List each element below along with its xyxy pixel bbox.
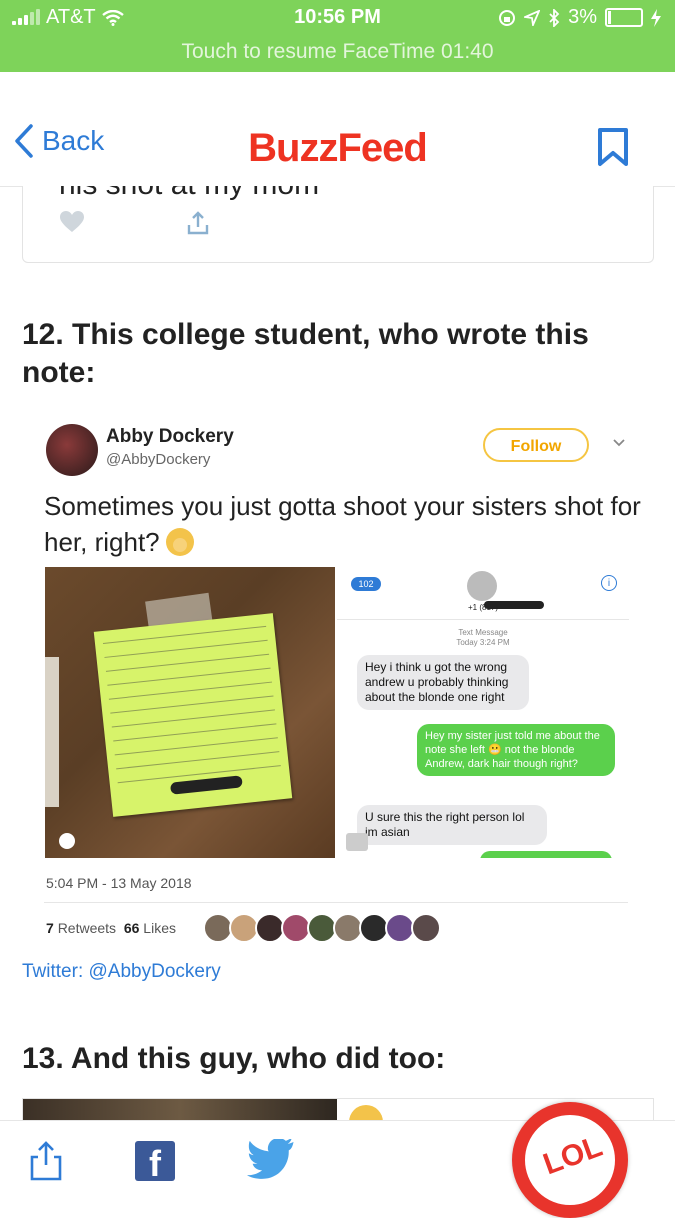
phone-number: +1 (817) <box>337 603 629 612</box>
twitter-icon[interactable] <box>246 1139 296 1181</box>
follow-button[interactable]: Follow <box>483 428 589 462</box>
avatar[interactable] <box>46 424 98 476</box>
battery-icon <box>605 8 643 27</box>
background-paper <box>45 657 59 807</box>
likes-count[interactable]: 66 <box>124 920 140 936</box>
messages-back-badge: 102 <box>351 577 381 591</box>
sticky-note <box>93 613 293 817</box>
contact-avatar-icon <box>467 571 497 601</box>
tweet-text-body: Sometimes you just gotta shoot your sist… <box>44 491 641 557</box>
battery-percent: 3% <box>568 6 597 28</box>
meta-type: Text Message <box>458 628 508 637</box>
retweets-count[interactable]: 7 <box>46 920 54 936</box>
facetime-banner[interactable]: Touch to resume FaceTime 01:40 <box>0 40 675 64</box>
retweets-label[interactable]: Retweets <box>58 920 116 936</box>
woman-shrugging-emoji-icon <box>165 528 194 556</box>
lol-badge: LOL <box>522 1112 618 1208</box>
bookmark-icon[interactable] <box>597 127 629 167</box>
divider <box>44 902 628 903</box>
lock-rotation-icon <box>499 9 516 26</box>
message-meta: Text Message Today 3:24 PM <box>337 628 629 648</box>
tweet-stats: 7 Retweets 66 Likes <box>46 920 176 936</box>
tweet-photo-sticky-note[interactable] <box>45 567 335 858</box>
author-name[interactable]: Abby Dockery <box>106 426 234 448</box>
item-title-13: 13. And this guy, who did too: <box>22 1042 446 1075</box>
likes-label[interactable]: Likes <box>143 920 176 936</box>
previous-tweet-card: his shot at my mom <box>22 186 654 263</box>
phone-redaction <box>484 601 544 609</box>
message-bubble-incoming: U sure this the right person lol im asia… <box>357 805 547 845</box>
info-icon: i <box>601 575 617 591</box>
location-icon <box>524 9 541 26</box>
message-bubble-outgoing-partial <box>480 851 612 858</box>
tweet-text: Sometimes you just gotta shoot your sist… <box>44 488 644 560</box>
bluetooth-icon <box>549 8 560 27</box>
handwriting <box>102 625 282 796</box>
chevron-down-icon[interactable] <box>612 438 626 448</box>
tweet-photo-messages[interactable]: 102 +1 (817) i Text Message Today 3:24 P… <box>337 567 629 858</box>
share-icon[interactable] <box>185 210 211 236</box>
status-bar: AT&T 10:56 PM 3% Touch to resume FaceTim… <box>0 0 675 72</box>
lol-label: LOL <box>538 1129 607 1182</box>
share-icon[interactable] <box>28 1139 64 1183</box>
heart-icon[interactable] <box>59 210 85 234</box>
photo-badge-icon <box>346 833 368 851</box>
twitter-source-link[interactable]: Twitter: @AbbyDockery <box>22 961 221 983</box>
messages-header: 102 +1 (817) i <box>337 567 629 620</box>
nav-bar: Back BuzzFeed <box>0 72 675 187</box>
message-bubble-outgoing: Hey my sister just told me about the not… <box>417 724 615 776</box>
charging-icon <box>651 8 661 27</box>
embedded-tweet: Abby Dockery @AbbyDockery Follow Sometim… <box>22 408 652 1004</box>
author-handle[interactable]: @AbbyDockery <box>106 451 210 468</box>
tweet-timestamp[interactable]: 5:04 PM - 13 May 2018 <box>46 875 192 891</box>
message-bubble-incoming: Hey i think u got the wrong andrew u pro… <box>357 655 529 710</box>
meta-time: Today 3:24 PM <box>456 638 510 647</box>
liker-avatars[interactable] <box>203 913 441 943</box>
previous-tweet-text: his shot at my mom <box>59 186 319 202</box>
buzzfeed-logo[interactable]: BuzzFeed <box>0 126 675 171</box>
item-title-12: 12. This college student, who wrote this… <box>22 318 589 389</box>
photo-badge-icon <box>59 833 75 849</box>
facebook-icon[interactable]: f <box>135 1141 175 1181</box>
lol-reaction-button[interactable]: LOL <box>512 1102 628 1218</box>
liker-avatar[interactable] <box>411 913 441 943</box>
